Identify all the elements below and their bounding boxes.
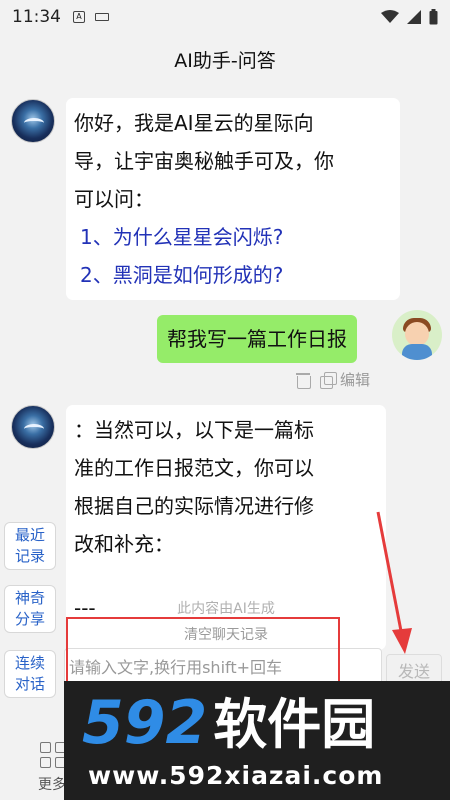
greeting-line: 可以问： bbox=[74, 187, 154, 211]
watermark-brand-digits: 592 bbox=[82, 688, 208, 758]
edit-button[interactable]: 编辑 bbox=[340, 369, 370, 390]
reply-line: 改和补充： bbox=[74, 532, 174, 556]
watermark-logo: 592 软件园 www.592xiazai.com bbox=[64, 681, 450, 800]
title-bar: AI助手-问答 bbox=[0, 34, 450, 84]
suggestion-link[interactable]: 1、为什么星星会闪烁? bbox=[74, 218, 392, 256]
annotation-arrow-icon bbox=[376, 511, 412, 654]
page-title: AI助手-问答 bbox=[174, 49, 276, 72]
bot-avatar bbox=[11, 99, 55, 143]
reply-line: 准的工作日报范文，你可以 bbox=[74, 456, 314, 480]
suggestion-link[interactable]: 2、黑洞是如何形成的? bbox=[74, 256, 392, 294]
bot-avatar bbox=[11, 405, 55, 449]
wifi-icon bbox=[381, 10, 399, 23]
notification-icon: A bbox=[73, 11, 85, 23]
bot-greeting-bubble: 你好，我是AI星云的星际向 导，让宇宙奥秘触手可及，你 可以问： 1、为什么星星… bbox=[66, 98, 400, 300]
recent-records-button[interactable]: 最近 记录 bbox=[4, 522, 56, 570]
watermark-url: www.592xiazai.com bbox=[88, 761, 384, 790]
status-icons bbox=[381, 9, 438, 25]
signal-icon bbox=[407, 10, 421, 24]
greeting-line: 你好，我是AI星云的星际向 bbox=[74, 111, 314, 135]
trash-icon[interactable] bbox=[296, 372, 311, 389]
magic-share-button[interactable]: 神奇 分享 bbox=[4, 585, 56, 633]
battery-icon bbox=[429, 9, 438, 25]
ai-generated-note: 此内容由AI生成 bbox=[177, 601, 275, 617]
user-avatar bbox=[392, 310, 442, 360]
message-actions: 编辑 bbox=[296, 369, 370, 390]
more-label[interactable]: 更多 bbox=[38, 774, 66, 794]
greeting-line: 导，让宇宙奥秘触手可及，你 bbox=[74, 149, 334, 173]
user-message-bubble: 帮我写一篇工作日报 bbox=[157, 315, 357, 363]
watermark-brand: 592 软件园 bbox=[82, 681, 375, 767]
watermark-brand-cn: 软件园 bbox=[213, 693, 376, 756]
keyboard-icon bbox=[95, 13, 109, 21]
status-bar: 11:34 A bbox=[0, 0, 450, 34]
reply-line: 根据自己的实际情况进行修 bbox=[74, 494, 314, 518]
copy-icon[interactable] bbox=[320, 371, 337, 389]
reply-line: ：当然可以，以下是一篇标 bbox=[74, 418, 314, 442]
status-time: 11:34 bbox=[12, 7, 61, 27]
